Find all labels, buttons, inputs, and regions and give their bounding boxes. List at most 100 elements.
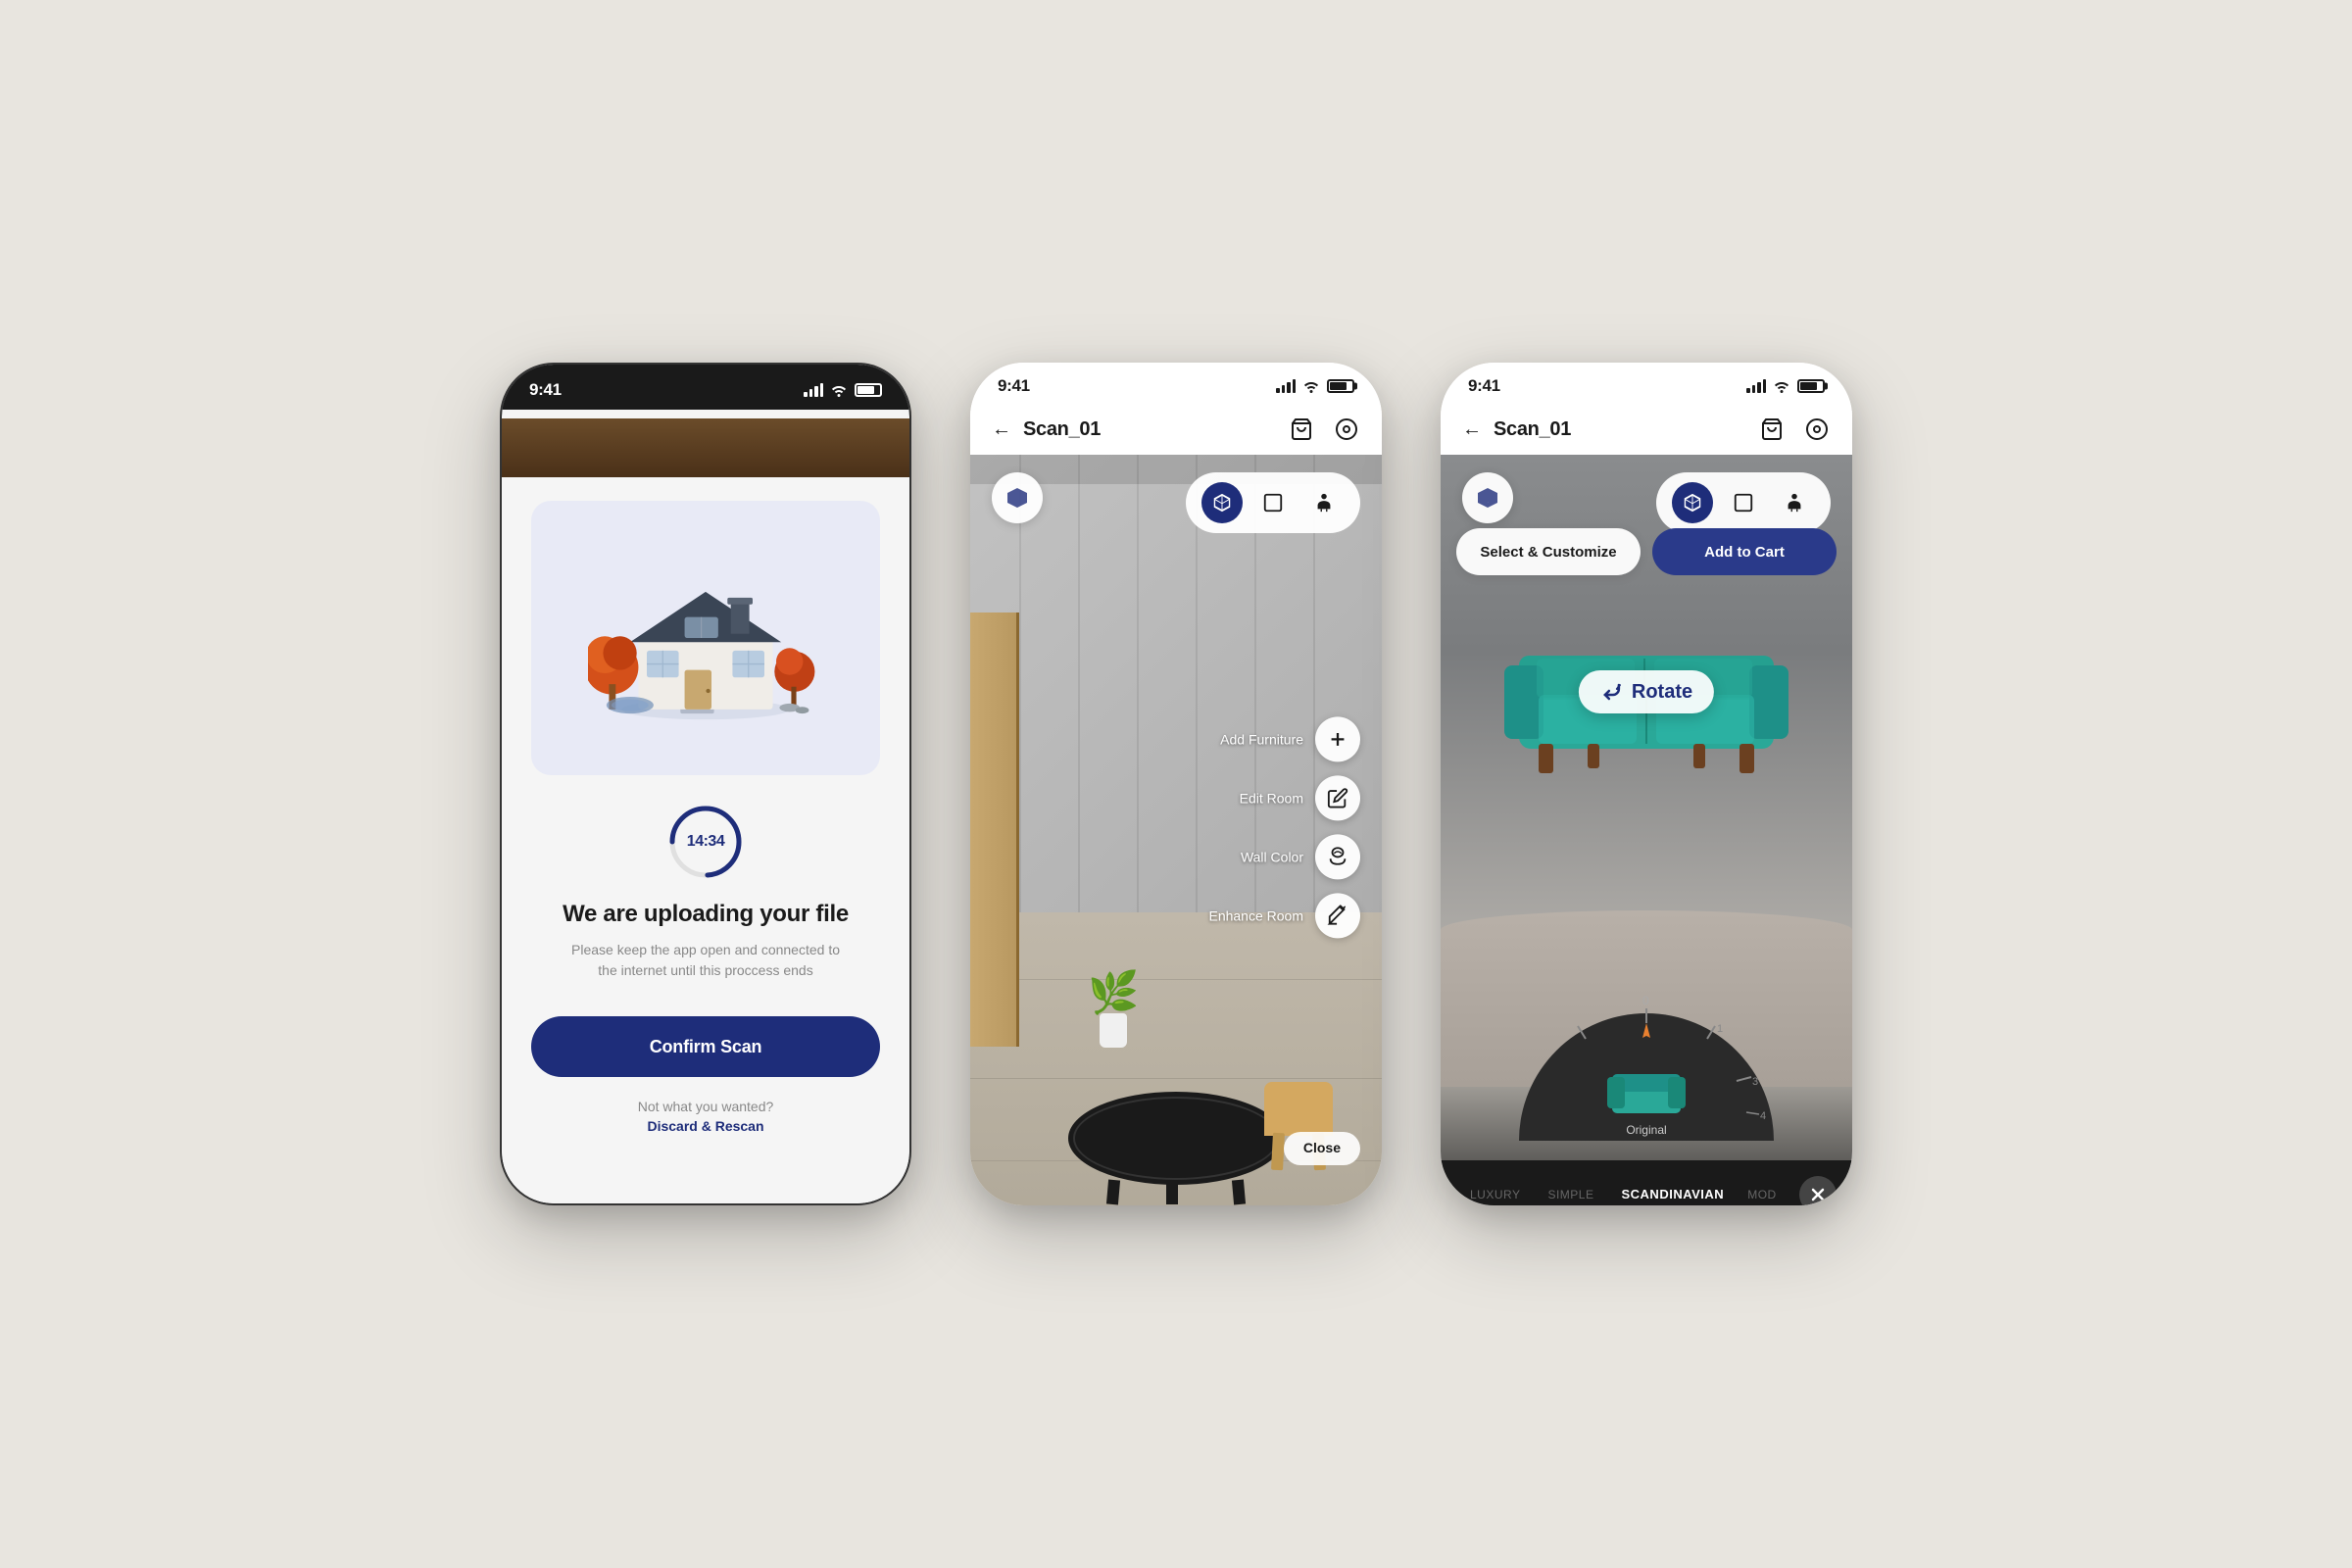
plant: 🌿 (1088, 972, 1139, 1048)
rotate-label: Rotate (1632, 681, 1692, 704)
compass-svg: 0 1 3 4 Original (1509, 989, 1784, 1141)
cart-icon-2[interactable] (1288, 416, 1315, 443)
cube-icon-2 (1211, 492, 1233, 514)
cart-icon-3[interactable] (1758, 416, 1786, 443)
add-furniture-btn[interactable] (1315, 716, 1360, 761)
upload-desc: Please keep the app open and connected t… (568, 940, 843, 981)
square-icon-3 (1733, 492, 1754, 514)
person-view-button-2[interactable] (1303, 482, 1345, 523)
battery-1 (855, 383, 882, 397)
style-luxury[interactable]: LUXURY (1456, 1188, 1534, 1201)
scan-header-left-3: ← Scan_01 (1462, 418, 1571, 441)
plus-icon (1327, 728, 1348, 750)
upload-title: We are uploading your file (563, 901, 849, 928)
wall-color-btn[interactable] (1315, 834, 1360, 879)
rotate-badge[interactable]: Rotate (1579, 670, 1714, 713)
phone-3: 9:41 ← Scan_01 (1441, 363, 1852, 1205)
target-svg-3 (1805, 417, 1829, 441)
status-icons-1 (804, 383, 882, 397)
add-furniture-item[interactable]: Add Furniture (1208, 716, 1360, 761)
cube-icon-3 (1682, 492, 1703, 514)
phone-1: 9:41 (500, 363, 911, 1205)
status-bar-phone3: 9:41 (1441, 363, 1852, 404)
status-icons-3 (1746, 379, 1825, 393)
layers-button-3[interactable] (1462, 472, 1513, 523)
timer-ring: 14:34 (666, 803, 745, 881)
signal-bars-3 (1746, 379, 1766, 393)
action-buttons-3: Select & Customize Add to Cart (1456, 528, 1837, 575)
scan-header-3: ← Scan_01 (1441, 404, 1852, 455)
3d-view-button-3[interactable] (1672, 482, 1713, 523)
discard-prompt: Not what you wanted? (638, 1099, 774, 1114)
scan-header-left-2: ← Scan_01 (992, 418, 1101, 441)
edit-room-btn[interactable] (1315, 775, 1360, 820)
ar-view-3: Select & Customize Add to Cart (1441, 455, 1852, 1205)
back-button-2[interactable]: ← (992, 418, 1011, 441)
2d-view-button-2[interactable] (1252, 482, 1294, 523)
main-scene: 9:41 (0, 0, 2352, 1568)
phone1-body: 14:34 We are uploading your file Please … (502, 477, 909, 1203)
color-icon (1327, 846, 1348, 867)
back-button-3[interactable]: ← (1462, 418, 1482, 441)
square-icon-2 (1262, 492, 1284, 514)
confirm-btn-label: Confirm Scan (650, 1037, 762, 1057)
svg-text:4: 4 (1760, 1110, 1766, 1122)
timer-display: 14:34 (687, 833, 724, 851)
house-container (531, 501, 880, 775)
cart-svg-3 (1760, 417, 1784, 441)
confirm-scan-button[interactable]: Confirm Scan (531, 1016, 880, 1077)
floating-menu-2: Add Furniture Edit Room (1208, 716, 1360, 938)
enhance-room-item[interactable]: Enhance Room (1208, 893, 1360, 938)
ar-view-2: 🌿 (970, 455, 1382, 1205)
status-bar-phone2: 9:41 (970, 363, 1382, 404)
style-items: LUXURY SIMPLE SCANDINAVIAN MOD (1456, 1187, 1799, 1201)
door-frame (970, 612, 1019, 1047)
person-view-button-3[interactable] (1774, 482, 1815, 523)
status-time-1: 9:41 (529, 380, 562, 400)
add-to-cart-button[interactable]: Add to Cart (1652, 528, 1837, 575)
edit-room-item[interactable]: Edit Room (1208, 775, 1360, 820)
scan-title-3: Scan_01 (1494, 418, 1571, 441)
close-icon (1809, 1186, 1827, 1203)
select-btn-label: Select & Customize (1480, 544, 1616, 561)
wifi-icon-2 (1302, 379, 1320, 393)
discard-rescan-link[interactable]: Discard & Rescan (647, 1118, 763, 1134)
style-simple[interactable]: SIMPLE (1534, 1188, 1607, 1201)
status-time-3: 9:41 (1468, 376, 1500, 396)
style-modern[interactable]: MOD (1738, 1188, 1787, 1201)
add-furniture-label: Add Furniture (1220, 731, 1303, 747)
close-menu-label: Close (1303, 1140, 1341, 1155)
scan-header-right-3 (1758, 416, 1831, 443)
svg-text:0: 0 (1642, 994, 1649, 1007)
settings-icon-3[interactable] (1803, 416, 1831, 443)
compass-container: 0 1 3 4 Original (1509, 989, 1784, 1146)
layers-button-2[interactable] (992, 472, 1043, 523)
svg-text:Original: Original (1626, 1123, 1666, 1137)
view-mode-group-2 (1186, 472, 1360, 533)
scan-header-right-2 (1288, 416, 1360, 443)
2d-view-button-3[interactable] (1723, 482, 1764, 523)
enhance-room-btn[interactable] (1315, 893, 1360, 938)
status-bar-phone1: 9:41 (502, 365, 909, 410)
ar-toolbar-2 (970, 455, 1382, 551)
view-mode-group-3 (1656, 472, 1831, 533)
layers-icon-2 (1005, 486, 1029, 510)
style-selector-bar: LUXURY SIMPLE SCANDINAVIAN MOD (1441, 1160, 1852, 1205)
close-menu-button[interactable]: Close (1284, 1132, 1360, 1165)
svg-text:1: 1 (1717, 1023, 1723, 1035)
settings-icon-2[interactable] (1333, 416, 1360, 443)
phone-2: 9:41 ← Scan_01 (970, 363, 1382, 1205)
wifi-icon-3 (1773, 379, 1790, 393)
wall-color-item[interactable]: Wall Color (1208, 834, 1360, 879)
sofa-ar-container: Rotate (1490, 641, 1803, 783)
battery-3 (1797, 379, 1825, 393)
style-close-button[interactable] (1799, 1176, 1837, 1206)
close-menu-container: Close (1284, 1132, 1360, 1165)
style-scandinavian[interactable]: SCANDINAVIAN (1607, 1187, 1738, 1201)
3d-view-button-2[interactable] (1201, 482, 1243, 523)
signal-bars-1 (804, 383, 823, 397)
status-time-2: 9:41 (998, 376, 1030, 396)
svg-text:3: 3 (1752, 1076, 1758, 1088)
select-customize-button[interactable]: Select & Customize (1456, 528, 1641, 575)
scan-title-2: Scan_01 (1023, 418, 1101, 441)
